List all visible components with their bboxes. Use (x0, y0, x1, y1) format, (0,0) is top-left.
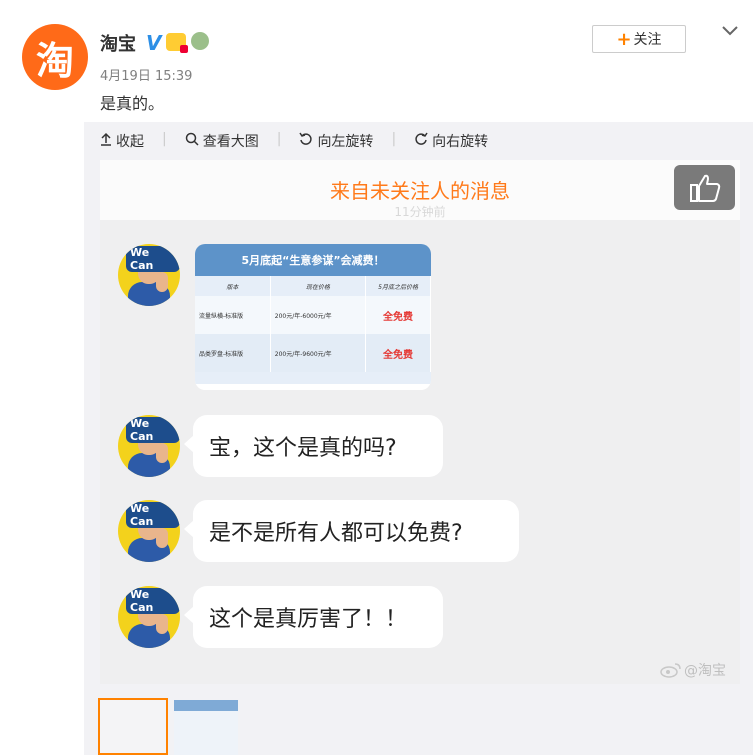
screenshot-title: 来自未关注人的消息 (330, 179, 510, 203)
collapse-button[interactable]: 收起 (100, 131, 144, 151)
verified-icon: V (146, 31, 162, 55)
weibo-watermark: @淘宝 (660, 660, 726, 680)
screenshot-subtitle: 11分钟前 (394, 205, 446, 219)
chat-bubble: 这个是真厉害了！！ (184, 586, 443, 648)
rotate-left-icon (299, 132, 313, 150)
table-cell: 流量纵横-标准版 (195, 296, 271, 334)
table-cell: 全免费 (365, 296, 431, 334)
sender-avatar: We Can (118, 244, 180, 306)
toolbar-divider: | (276, 131, 282, 147)
thumbnail-1[interactable] (98, 698, 168, 755)
table-row: 流量纵横-标准版 200元/年-6000元/年 全免费 (195, 296, 431, 334)
rotate-right-button[interactable]: 向右旋转 (414, 131, 488, 151)
collapse-label: 收起 (116, 134, 144, 150)
thumbs-up-icon (689, 174, 720, 202)
author-avatar[interactable]: 淘 (22, 24, 88, 90)
zoom-icon (185, 132, 199, 150)
watermark-text: @淘宝 (684, 663, 726, 679)
sender-avatar: We Can (118, 500, 180, 562)
table-cell: 全免费 (365, 334, 431, 372)
sender-avatar: We Can (118, 415, 180, 477)
view-large-button[interactable]: 查看大图 (185, 131, 259, 151)
toolbar-divider: | (391, 131, 397, 147)
table-cell: 200元/年-6000元/年 (270, 296, 367, 334)
table-cell: 200元/年-9600元/年 (270, 334, 367, 372)
follow-label: 关注 (633, 32, 662, 48)
rotate-right-label: 向右旋转 (432, 134, 489, 150)
table-cell: 品类罗盘-标准版 (195, 334, 271, 372)
like-button[interactable] (674, 165, 735, 210)
table-header: 5月底之后价格 (365, 276, 431, 296)
table-header: 版本 (195, 276, 271, 296)
thumbnail-2[interactable] (174, 700, 238, 755)
level-badge-icon[interactable] (191, 32, 209, 50)
author-name[interactable]: 淘宝 (100, 30, 136, 56)
member-badge-icon[interactable] (166, 33, 188, 53)
collapse-icon (100, 132, 112, 150)
view-large-label: 查看大图 (202, 134, 259, 150)
weibo-logo-icon (660, 663, 681, 678)
follow-button[interactable]: + 关注 (592, 25, 686, 53)
plus-icon: + (616, 28, 632, 50)
price-table: 版本 现在价格 5月底之后价格 流量纵横-标准版 200元/年-6000元/年 … (195, 276, 431, 372)
chat-bubble: 宝，这个是真的吗? (184, 415, 443, 477)
card-title: 5月底起“生意参谋”会减费！ (195, 244, 431, 276)
avatar-logo-text: 淘 (35, 38, 74, 83)
promo-card-image: 5月底起“生意参谋”会减费！ 版本 现在价格 5月底之后价格 流量纵横-标准版 … (195, 244, 431, 390)
rotate-left-button[interactable]: 向左旋转 (299, 131, 373, 151)
chevron-down-icon[interactable] (722, 20, 738, 41)
rotate-right-icon (414, 132, 428, 150)
post-text: 是真的。 (100, 94, 165, 113)
post-timestamp[interactable]: 4月19日 15:39 (100, 65, 192, 84)
toolbar-divider: | (162, 131, 167, 147)
rotate-left-label: 向左旋转 (317, 134, 374, 150)
table-header: 现在价格 (270, 276, 367, 296)
chat-bubble: 是不是所有人都可以免费? (184, 500, 519, 562)
table-row: 品类罗盘-标准版 200元/年-9600元/年 全免费 (195, 334, 431, 372)
sender-avatar: We Can (118, 586, 180, 648)
media-toolbar: 收起 | 查看大图 | 向左旋转 | 向右旋转 (100, 131, 488, 151)
